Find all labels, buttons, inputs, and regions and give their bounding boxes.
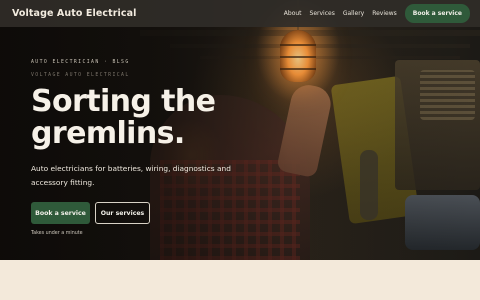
- nav-link-services[interactable]: Services: [310, 10, 335, 17]
- hero-eyebrow-secondary: VOLTAGE AUTO ELECTRICAL: [31, 73, 130, 78]
- hero-eyebrow: AUTO ELECTRICIAN · BLSG: [31, 60, 130, 65]
- nav-links: About Services Gallery Reviews Book a se…: [276, 4, 470, 23]
- booking-time-note: Takes under a minute: [31, 231, 83, 236]
- hero-buttons: Book a service Our services: [31, 202, 241, 224]
- book-service-button[interactable]: Book a service: [31, 202, 90, 224]
- nav-link-about[interactable]: About: [284, 10, 302, 17]
- nav-link-gallery[interactable]: Gallery: [343, 10, 364, 17]
- nav-link-reviews[interactable]: Reviews: [372, 10, 397, 17]
- top-navigation: Voltage Auto Electrical About Services G…: [0, 0, 480, 27]
- hero-headline: Sorting the gremlins.: [31, 86, 241, 150]
- book-service-nav-button[interactable]: Book a service: [404, 4, 470, 23]
- our-services-button[interactable]: Our services: [95, 202, 150, 224]
- headline-line-2: gremlins.: [31, 116, 185, 151]
- next-section-band: [0, 260, 480, 300]
- hero-subtext: Auto electricians for batteries, wiring,…: [31, 164, 231, 187]
- hero-content: AUTO ELECTRICIAN · BLSG VOLTAGE AUTO ELE…: [31, 60, 241, 236]
- headline-line-1: Sorting the: [31, 84, 216, 119]
- brand-logo-text[interactable]: Voltage Auto Electrical: [12, 8, 137, 19]
